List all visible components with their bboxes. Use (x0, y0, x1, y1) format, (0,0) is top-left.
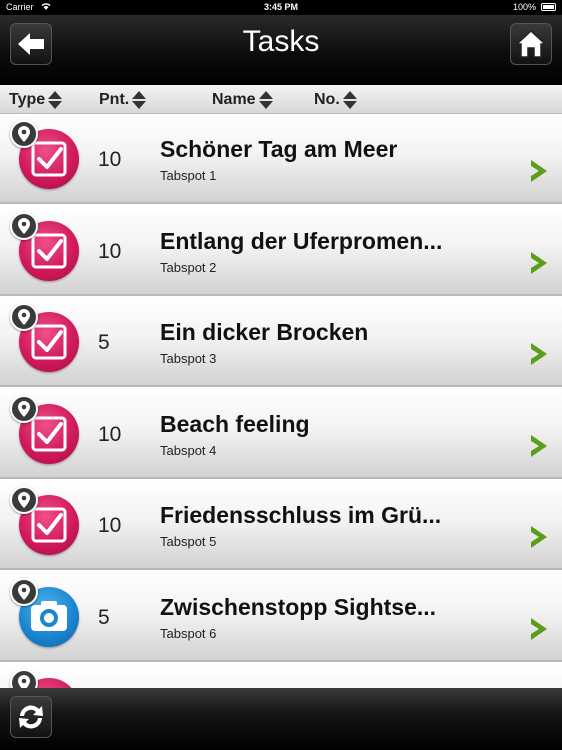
location-pin-icon (10, 669, 38, 688)
status-bar: Carrier 3:45 PM 100% (0, 0, 562, 15)
sort-arrows-icon (258, 90, 273, 109)
location-pin-icon (10, 486, 38, 514)
battery-percentage: 100% (512, 2, 536, 12)
location-pin-icon (10, 395, 38, 423)
chevron-right-icon (528, 524, 550, 555)
chevron-right-icon (528, 616, 550, 647)
sort-arrows-icon (342, 90, 357, 109)
status-time: 3:45 PM (263, 2, 298, 12)
location-pin-icon (10, 578, 38, 606)
bottom-toolbar (0, 688, 562, 750)
battery-icon (541, 3, 556, 11)
sort-arrows-icon (48, 90, 63, 109)
task-points: 10 (98, 514, 122, 537)
task-row[interactable]: 10 Entlang der Uferpromen... Tabspot 2 (0, 206, 562, 296)
home-icon (515, 29, 547, 58)
page-title: Tasks (242, 25, 320, 58)
sort-label: Pnt. (99, 90, 130, 108)
navigation-bar: Tasks (0, 15, 562, 85)
sort-header: Type Pnt. Name No. (0, 85, 562, 114)
task-subtitle: Tabspot 4 (160, 443, 217, 458)
sort-label: Name (212, 90, 256, 108)
task-row[interactable]: 5 Zwischenstopp Sightse... Tabspot 6 (0, 572, 562, 662)
task-row[interactable]: 5 Ein dicker Brocken Tabspot 3 (0, 297, 562, 387)
home-button[interactable] (510, 23, 552, 65)
task-name: Beach feeling (160, 411, 310, 437)
location-pin-icon (10, 303, 38, 331)
chevron-right-icon (528, 158, 550, 189)
chevron-right-icon (528, 341, 550, 372)
sort-by-name[interactable]: Name (212, 85, 273, 114)
task-row[interactable]: 10 Friedensschluss im Grü... Tabspot 5 (0, 480, 562, 570)
sort-by-number[interactable]: No. (314, 85, 357, 114)
task-points: 10 (98, 240, 122, 263)
refresh-button[interactable] (10, 696, 52, 738)
task-subtitle: Tabspot 3 (160, 351, 217, 366)
task-points: 10 (98, 423, 122, 446)
task-name: Friedensschluss im Grü... (160, 502, 442, 528)
task-row[interactable]: 10 Beach feeling Tabspot 4 (0, 389, 562, 479)
task-name: Schöner Tag am Meer (160, 136, 398, 162)
sort-by-points[interactable]: Pnt. (99, 85, 147, 114)
task-row[interactable]: 10 Schöner Tag am Meer Tabspot 1 (0, 114, 562, 204)
sort-by-type[interactable]: Type (9, 85, 63, 114)
task-row[interactable] (0, 663, 562, 688)
sort-label: Type (9, 90, 46, 108)
chevron-right-icon (528, 250, 550, 281)
task-points: 5 (98, 331, 110, 354)
chevron-right-icon (528, 433, 550, 464)
task-subtitle: Tabspot 5 (160, 534, 217, 549)
location-pin-icon (10, 120, 38, 148)
task-name: Ein dicker Brocken (160, 319, 369, 345)
task-points: 5 (98, 606, 110, 629)
task-subtitle: Tabspot 2 (160, 260, 217, 275)
sort-arrows-icon (132, 90, 147, 109)
task-subtitle: Tabspot 1 (160, 168, 217, 183)
refresh-icon (19, 705, 43, 729)
location-pin-icon (10, 212, 38, 240)
task-list: 10 Schöner Tag am Meer Tabspot 1 10 Entlang … (0, 114, 562, 688)
sort-label: No. (314, 90, 340, 108)
task-points: 10 (98, 148, 122, 171)
task-name: Zwischenstopp Sightse... (160, 594, 437, 620)
task-name: Entlang der Uferpromen... (160, 228, 443, 254)
task-subtitle: Tabspot 6 (160, 626, 217, 641)
